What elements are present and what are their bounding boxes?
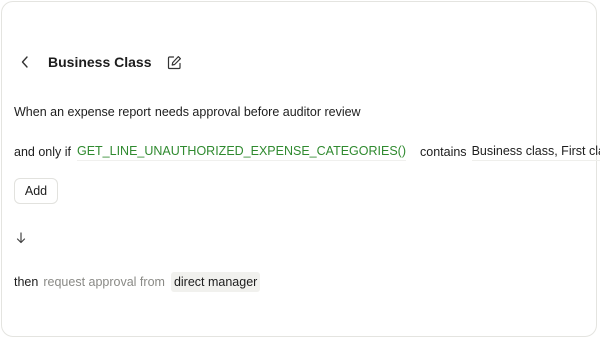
edit-title-button[interactable] (166, 50, 184, 74)
arrow-down-icon (14, 230, 28, 246)
add-condition-button[interactable]: Add (14, 178, 58, 204)
condition-values-field[interactable]: Business class, First class (471, 144, 600, 161)
condition-operator-select[interactable]: contains (420, 145, 467, 159)
condition-function-field[interactable]: GET_LINE_UNAUTHORIZED_EXPENSE_CATEGORIES… (76, 144, 406, 161)
back-button[interactable] (16, 50, 34, 74)
trigger-condition-select[interactable]: needs approval before auditor review (155, 105, 361, 119)
action-prefix-text: then (14, 275, 39, 289)
trigger-lead-text: When an expense report (14, 105, 151, 119)
page-title: Business Class (48, 54, 152, 70)
rule-card: Business Class When an expense report ne… (1, 1, 600, 337)
action-verb-select[interactable]: request approval from (43, 275, 165, 289)
trigger-row: When an expense report needs approval be… (14, 102, 361, 122)
rule-header: Business Class (16, 50, 184, 74)
action-row: then request approval from direct manage… (14, 270, 261, 294)
chevron-left-icon (21, 56, 28, 68)
approver-target-chip[interactable]: direct manager (170, 272, 261, 292)
edit-icon (167, 55, 181, 69)
condition-prefix-text: and only if (14, 145, 71, 159)
condition-row: and only if GET_LINE_UNAUTHORIZED_EXPENS… (14, 141, 600, 163)
